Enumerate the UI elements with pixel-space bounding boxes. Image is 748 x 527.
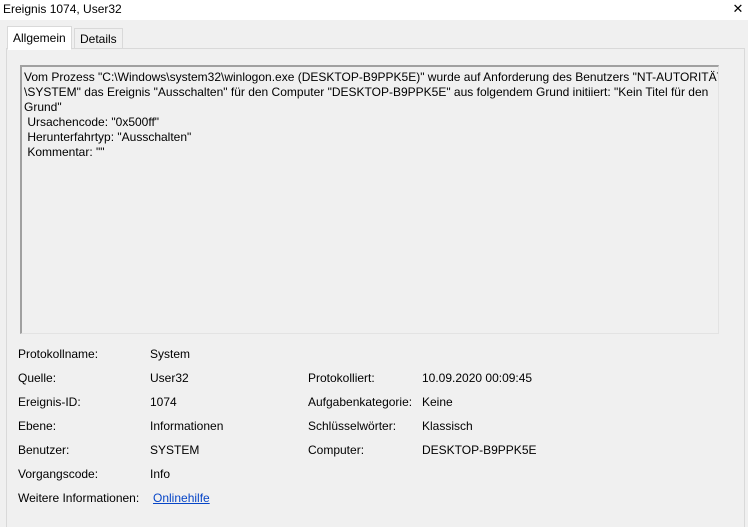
computer-value: DESKTOP-B9PPK5E	[422, 443, 537, 457]
description-line: Vom Prozess "C:\Windows\system32\winlogo…	[24, 70, 719, 84]
protokollname-value: System	[150, 347, 191, 361]
title-bar: Ereignis 1074, User32 ✕	[0, 0, 748, 20]
vorgangscode-label: Vorgangscode:	[18, 467, 99, 481]
ebene-label: Ebene:	[18, 419, 57, 433]
description-line: Ursachencode: "0x500ff"	[24, 115, 160, 129]
schluesselwoerter-value: Klassisch	[422, 419, 473, 433]
description-line: Herunterfahrtyp: "Ausschalten"	[24, 130, 192, 144]
aufgabenkategorie-value: Keine	[422, 395, 453, 409]
description-line: \SYSTEM" das Ereignis "Ausschalten" für …	[24, 85, 709, 99]
weitere-informationen-label: Weitere Informationen:	[18, 491, 140, 505]
window-title: Ereignis 1074, User32	[3, 2, 122, 16]
event-description-box[interactable]: Vom Prozess "C:\Windows\system32\winlogo…	[20, 65, 719, 334]
quelle-label: Quelle:	[18, 371, 57, 385]
close-icon[interactable]: ✕	[728, 0, 748, 18]
protokolliert-value: 10.09.2020 00:09:45	[422, 371, 533, 385]
benutzer-label: Benutzer:	[18, 443, 70, 457]
computer-label: Computer:	[308, 443, 365, 457]
benutzer-value: SYSTEM	[150, 443, 200, 457]
quelle-value: User32	[150, 371, 189, 385]
vorgangscode-value: Info	[150, 467, 171, 481]
aufgabenkategorie-label: Aufgabenkategorie:	[308, 395, 413, 409]
ereignis-id-value: 1074	[150, 395, 177, 409]
onlinehilfe-link[interactable]: Onlinehilfe	[153, 491, 210, 505]
protokollname-label: Protokollname:	[18, 347, 99, 361]
tab-general[interactable]: Allgemein	[7, 26, 72, 50]
ereignis-id-label: Ereignis-ID:	[18, 395, 81, 409]
tab-details[interactable]: Details	[74, 28, 123, 50]
protokolliert-label: Protokolliert:	[308, 371, 375, 385]
schluesselwoerter-label: Schlüsselwörter:	[308, 419, 397, 433]
ebene-value: Informationen	[150, 419, 224, 433]
description-line: Grund"	[24, 100, 62, 114]
description-line: Kommentar: ""	[24, 145, 105, 159]
